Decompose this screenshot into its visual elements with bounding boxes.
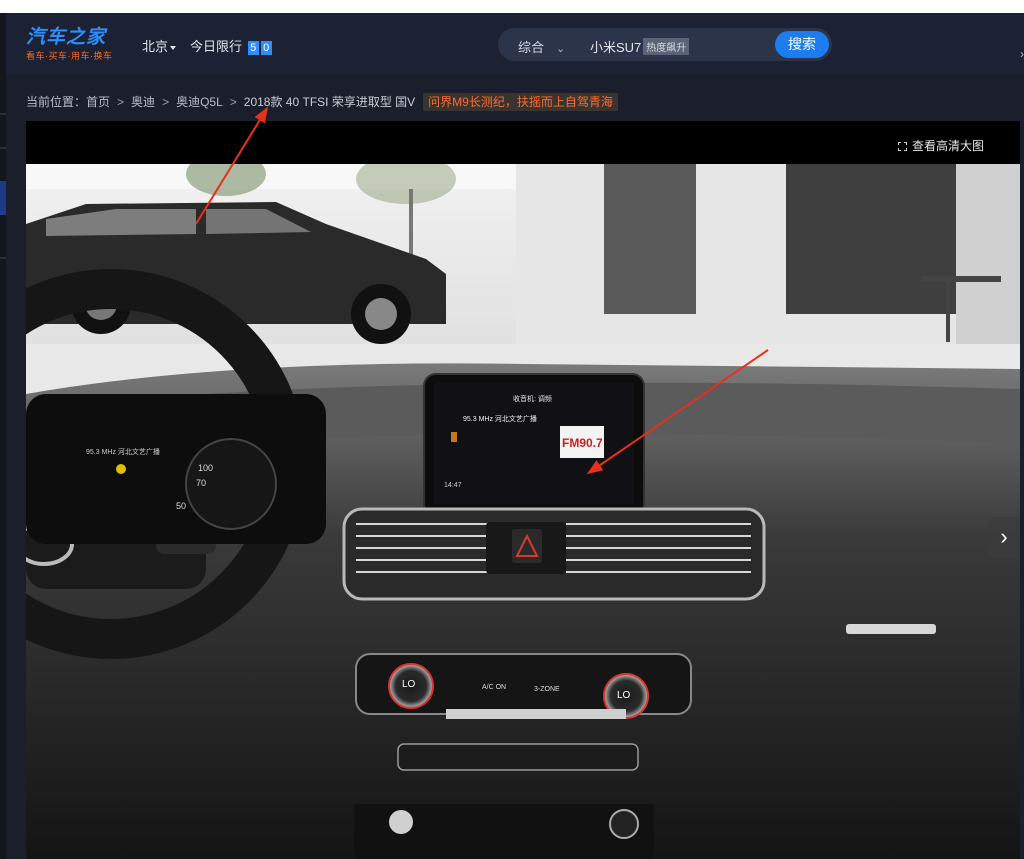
search-button[interactable]: 搜索 <box>775 31 829 58</box>
car-interior-photo: 70 100 50 95.3 MHz 河北文艺广播 收音机: 调频 95.3 M… <box>26 164 1020 859</box>
breadcrumb-prefix: 当前位置： <box>26 95 87 109</box>
chevron-down-icon: ⌄ <box>556 43 566 55</box>
header-more-icon[interactable]: › <box>1020 47 1024 61</box>
breadcrumb-series[interactable]: 奥迪Q5L <box>176 95 223 109</box>
breadcrumb-home[interactable]: 首页 <box>86 95 110 109</box>
svg-text:100: 100 <box>198 463 213 473</box>
cluster-radio-text: 95.3 MHz 河北文艺广播 <box>86 447 160 456</box>
traffic-limit-link[interactable]: 今日限行 50 <box>190 36 272 55</box>
search-input[interactable]: 小米SU7 热度飙升 <box>590 37 690 56</box>
city-selector[interactable]: 北京 <box>142 36 177 55</box>
caret-down-icon <box>170 45 177 50</box>
logo-title: 汽车之家 <box>26 27 107 48</box>
svg-text:70: 70 <box>196 478 206 488</box>
view-hd-label: 查看高清大图 <box>911 139 984 153</box>
search-query: 小米SU7 <box>590 40 642 55</box>
limit-digit: 0 <box>260 41 272 55</box>
left-edge-bar <box>0 13 6 859</box>
search-bar: 综合 ⌄ 小米SU7 热度飙升 搜索 <box>498 28 832 61</box>
breadcrumb-separator: > <box>229 95 237 109</box>
breadcrumb-current: 2018款 40 TFSI 荣享进取型 国V <box>243 95 416 109</box>
search-type-dropdown[interactable]: 综合 ⌄ <box>518 37 565 56</box>
limit-digit: 5 <box>247 41 259 55</box>
screen-freq-text: 95.3 MHz 河北文艺广播 <box>463 414 537 423</box>
screen-clock: 14:47 <box>444 482 462 489</box>
browser-top-strip <box>0 0 1024 13</box>
breadcrumb-separator: > <box>117 95 125 109</box>
limit-label: 今日限行 <box>190 39 243 54</box>
expand-icon <box>897 142 907 151</box>
view-hd-button[interactable]: 查看高清大图 <box>897 137 984 154</box>
promo-link[interactable]: 问界M9长测纪，扶摇而上自驾青海 <box>423 93 618 111</box>
logo-slogan: 看车·买车·用车·换车 <box>26 51 113 61</box>
breadcrumb-brand[interactable]: 奥迪 <box>131 95 155 109</box>
svg-text:50: 50 <box>176 501 186 511</box>
station-logo-text: FM90.7 <box>562 436 603 450</box>
site-logo[interactable]: 汽车之家 看车·买车·用车·换车 <box>26 27 136 67</box>
site-header: 汽车之家 看车·买车·用车·换车 北京 今日限行 50 综合 ⌄ 小米SU7 热度飙… <box>6 13 1024 75</box>
next-image-button[interactable]: › <box>988 517 1020 559</box>
left-temp: LO <box>402 679 416 690</box>
breadcrumb: 当前位置：首页 > 奥迪 > 奥迪Q5L >2018款 40 TFSI 荣享进取型 国V 问… <box>26 93 618 111</box>
city-label: 北京 <box>142 39 169 54</box>
ac-on-label: A/C ON <box>482 684 506 691</box>
screen-mode-text: 收音机: 调频 <box>513 394 552 403</box>
search-type-label: 综合 <box>518 40 545 55</box>
zone-label: 3-ZONE <box>534 686 560 693</box>
hot-badge: 热度飙升 <box>643 38 690 55</box>
image-viewer: 查看高清大图 70 100 50 95.3 MHz 河北文艺广播 收音机: 调频… <box>26 121 1020 859</box>
breadcrumb-separator: > <box>162 95 170 109</box>
right-temp: LO <box>617 690 631 701</box>
